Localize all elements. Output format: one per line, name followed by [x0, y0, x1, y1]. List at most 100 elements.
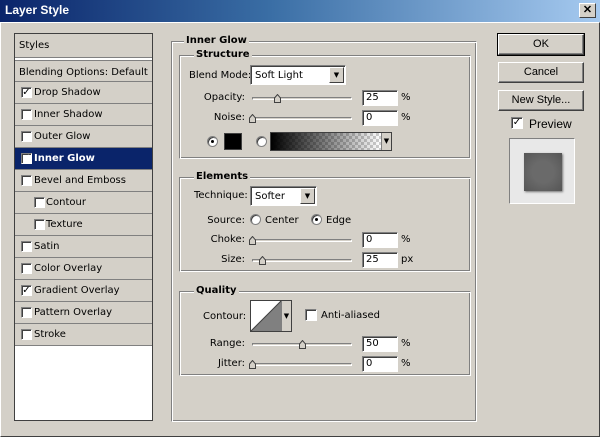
window-title: Layer Style: [5, 3, 70, 17]
style-item-label: Stroke: [34, 329, 66, 340]
structure-title: Structure: [194, 49, 252, 60]
ok-button[interactable]: OK: [497, 33, 585, 56]
size-unit: px: [401, 254, 414, 265]
style-checkbox-bevel-and-emboss[interactable]: [21, 175, 32, 186]
jitter-label: Jitter:: [217, 358, 245, 369]
style-item-texture[interactable]: Texture: [15, 214, 152, 236]
style-checkbox-contour[interactable]: [34, 197, 45, 208]
style-item-label: Outer Glow: [34, 131, 91, 142]
chevron-down-icon: ▼: [281, 301, 291, 331]
inner-glow-title: Inner Glow: [184, 35, 249, 46]
technique-label: Technique:: [194, 190, 248, 201]
noise-label: Noise:: [213, 112, 245, 123]
style-checkbox-inner-glow[interactable]: ✓: [21, 153, 32, 164]
size-slider[interactable]: [252, 256, 352, 266]
close-icon: ✕: [582, 4, 593, 16]
blend-mode-value: Soft Light: [255, 70, 303, 81]
styles-header[interactable]: Styles: [15, 34, 152, 58]
blend-mode-select[interactable]: Soft Light ▼: [250, 65, 346, 85]
blend-mode-label: Blend Mode:: [189, 70, 252, 81]
anti-aliased-checkbox[interactable]: [305, 309, 317, 321]
choke-slider-track: [252, 239, 352, 242]
color-mode-radio[interactable]: [207, 136, 218, 147]
style-checkbox-gradient-overlay[interactable]: ✓: [21, 285, 32, 296]
choke-slider[interactable]: [249, 236, 352, 246]
range-label: Range:: [209, 338, 245, 349]
chevron-down-icon: ▼: [329, 67, 344, 83]
range-slider[interactable]: [252, 340, 352, 350]
gradient-picker[interactable]: ▼: [270, 132, 392, 151]
slider-thumb-icon[interactable]: [259, 256, 266, 265]
style-item-bevel-and-emboss[interactable]: Bevel and Emboss: [15, 170, 152, 192]
preview-thumbnail: [509, 138, 575, 204]
style-item-contour[interactable]: Contour: [15, 192, 152, 214]
range-field[interactable]: 50: [362, 336, 398, 352]
style-item-pattern-overlay[interactable]: Pattern Overlay: [15, 302, 152, 324]
style-checkbox-color-overlay[interactable]: [21, 263, 32, 274]
style-checkbox-stroke[interactable]: [21, 329, 32, 340]
gradient-mode-radio[interactable]: [256, 136, 267, 147]
choke-label: Choke:: [210, 234, 245, 245]
anti-aliased-label: Anti-aliased: [321, 310, 381, 321]
slider-thumb-icon[interactable]: [274, 94, 281, 103]
noise-slider[interactable]: [249, 114, 352, 124]
slider-thumb-icon[interactable]: [299, 340, 306, 349]
slider-thumb-icon[interactable]: [249, 114, 256, 123]
style-checkbox-satin[interactable]: [21, 241, 32, 252]
chevron-down-icon: ▼: [300, 188, 315, 204]
close-button[interactable]: ✕: [579, 3, 596, 18]
preview-checkbox[interactable]: ✓: [511, 117, 523, 129]
noise-slider-track: [252, 117, 352, 120]
style-item-drop-shadow[interactable]: ✓ Drop Shadow: [15, 82, 152, 104]
slider-thumb-icon[interactable]: [249, 360, 256, 369]
chevron-down-icon: ▼: [381, 133, 391, 150]
jitter-unit: %: [401, 358, 411, 369]
styles-list: Styles Blending Options: Default ✓ Drop S…: [14, 33, 153, 421]
elements-title: Elements: [194, 171, 251, 182]
technique-select[interactable]: Softer ▼: [250, 186, 317, 206]
opacity-field[interactable]: 25: [362, 90, 398, 106]
style-item-label: Inner Shadow: [34, 109, 103, 120]
cancel-button[interactable]: Cancel: [498, 62, 584, 83]
noise-field[interactable]: 0: [362, 110, 398, 126]
jitter-slider[interactable]: [249, 360, 352, 370]
choke-field[interactable]: 0: [362, 232, 398, 248]
source-edge-radio[interactable]: [311, 214, 322, 225]
opacity-unit: %: [401, 92, 411, 103]
style-item-label: Satin: [34, 241, 60, 252]
source-label: Source:: [207, 215, 245, 226]
jitter-field[interactable]: 0: [362, 356, 398, 372]
preview-swatch: [524, 153, 562, 191]
opacity-slider[interactable]: [252, 94, 352, 104]
choke-unit: %: [401, 234, 411, 245]
blending-options-item[interactable]: Blending Options: Default: [15, 60, 152, 82]
slider-thumb-icon[interactable]: [249, 236, 256, 245]
style-checkbox-drop-shadow[interactable]: ✓: [21, 87, 32, 98]
style-item-inner-shadow[interactable]: Inner Shadow: [15, 104, 152, 126]
new-style-button[interactable]: New Style...: [498, 90, 584, 111]
title-bar[interactable]: Layer Style ✕: [0, 0, 600, 22]
style-item-color-overlay[interactable]: Color Overlay: [15, 258, 152, 280]
style-item-stroke[interactable]: Stroke: [15, 324, 152, 346]
source-center-radio[interactable]: [250, 214, 261, 225]
style-checkbox-outer-glow[interactable]: [21, 131, 32, 142]
style-item-outer-glow[interactable]: Outer Glow: [15, 126, 152, 148]
style-item-inner-glow[interactable]: ✓ Inner Glow: [15, 148, 152, 170]
noise-unit: %: [401, 112, 411, 123]
size-label: Size:: [221, 254, 245, 265]
contour-picker[interactable]: ▼: [250, 300, 292, 332]
source-center-label: Center: [265, 215, 299, 226]
size-field[interactable]: 25: [362, 252, 398, 268]
style-item-satin[interactable]: Satin: [15, 236, 152, 258]
glow-color-swatch[interactable]: [224, 133, 242, 150]
blending-options-label: Blending Options: Default: [19, 67, 148, 78]
technique-value: Softer: [255, 191, 285, 202]
style-item-gradient-overlay[interactable]: ✓ Gradient Overlay: [15, 280, 152, 302]
source-edge-label: Edge: [326, 215, 352, 226]
gradient-preview: [271, 133, 381, 150]
style-checkbox-pattern-overlay[interactable]: [21, 307, 32, 318]
style-checkbox-texture[interactable]: [34, 219, 45, 230]
style-checkbox-inner-shadow[interactable]: [21, 109, 32, 120]
style-item-label: Texture: [46, 219, 83, 230]
style-item-label: Pattern Overlay: [34, 307, 113, 318]
